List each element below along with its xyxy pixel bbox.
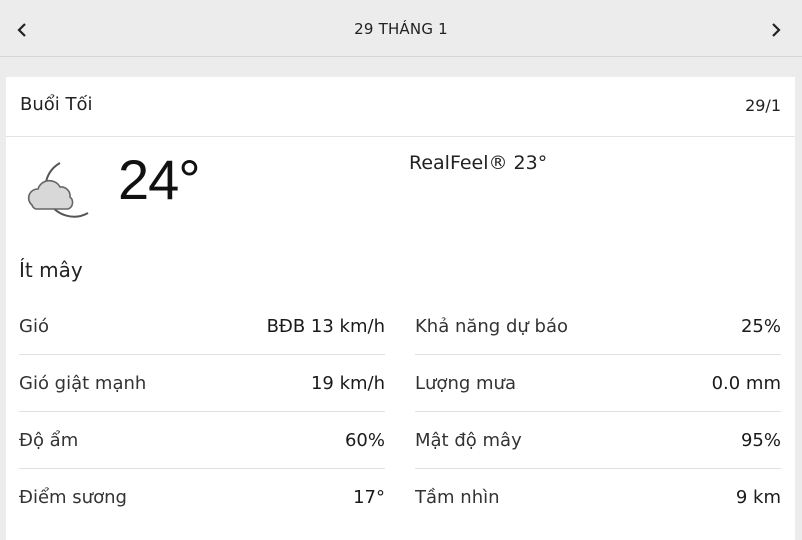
detail-row-cloud-cover: Mật độ mây 95% xyxy=(415,412,781,469)
detail-value: 17° xyxy=(353,487,385,508)
detail-value: 19 km/h xyxy=(310,372,385,394)
forecast-card: Buổi Tối 29/1 24° RealFeel® 23° Ít mây G… xyxy=(6,77,795,540)
card-header: Buổi Tối 29/1 xyxy=(6,77,795,137)
chevron-right-icon xyxy=(772,23,781,37)
date-title: 29 THÁNG 1 xyxy=(354,20,448,38)
detail-row-wind: Gió BĐB 13 km/h xyxy=(19,298,385,355)
detail-label: Khả năng dự báo xyxy=(415,315,568,337)
period-label: Buổi Tối xyxy=(20,94,93,115)
detail-value: 9 km xyxy=(735,487,781,508)
detail-value: 0.0 mm xyxy=(711,372,781,394)
details-right-column: Khả năng dự báo 25% Lượng mưa 0.0 mm Mật… xyxy=(415,298,781,526)
temperature: 24° xyxy=(118,148,201,211)
date-navigation-bar: 29 THÁNG 1 xyxy=(0,0,802,57)
detail-row-precipitation: Lượng mưa 0.0 mm xyxy=(415,355,781,412)
detail-row-wind-gust: Gió giật mạnh 19 km/h xyxy=(19,355,385,412)
weather-condition: Ít mây xyxy=(19,258,83,282)
detail-row-dew-point: Điểm sương 17° xyxy=(19,469,385,526)
detail-label: Lượng mưa xyxy=(415,372,516,394)
detail-label: Tầm nhìn xyxy=(415,487,500,508)
next-day-button[interactable] xyxy=(762,16,790,44)
detail-value: 95% xyxy=(740,429,781,451)
detail-label: Gió giật mạnh xyxy=(19,372,147,394)
detail-label: Mật độ mây xyxy=(415,429,522,451)
detail-label: Độ ẩm xyxy=(19,429,79,451)
realfeel-temperature: RealFeel® 23° xyxy=(409,152,548,174)
moon-cloud-icon xyxy=(27,162,89,218)
detail-value: BĐB 13 km/h xyxy=(266,315,385,337)
weather-details: Gió BĐB 13 km/h Gió giật mạnh 19 km/h Độ… xyxy=(19,298,781,526)
detail-value: 25% xyxy=(740,315,781,337)
date-short: 29/1 xyxy=(745,96,781,115)
detail-label: Điểm sương xyxy=(19,487,127,508)
detail-row-humidity: Độ ẩm 60% xyxy=(19,412,385,469)
detail-value: 60% xyxy=(344,429,385,451)
detail-row-visibility: Tầm nhìn 9 km xyxy=(415,469,781,526)
detail-row-precip-probability: Khả năng dự báo 25% xyxy=(415,298,781,355)
details-left-column: Gió BĐB 13 km/h Gió giật mạnh 19 km/h Độ… xyxy=(19,298,385,526)
detail-label: Gió xyxy=(19,315,49,337)
